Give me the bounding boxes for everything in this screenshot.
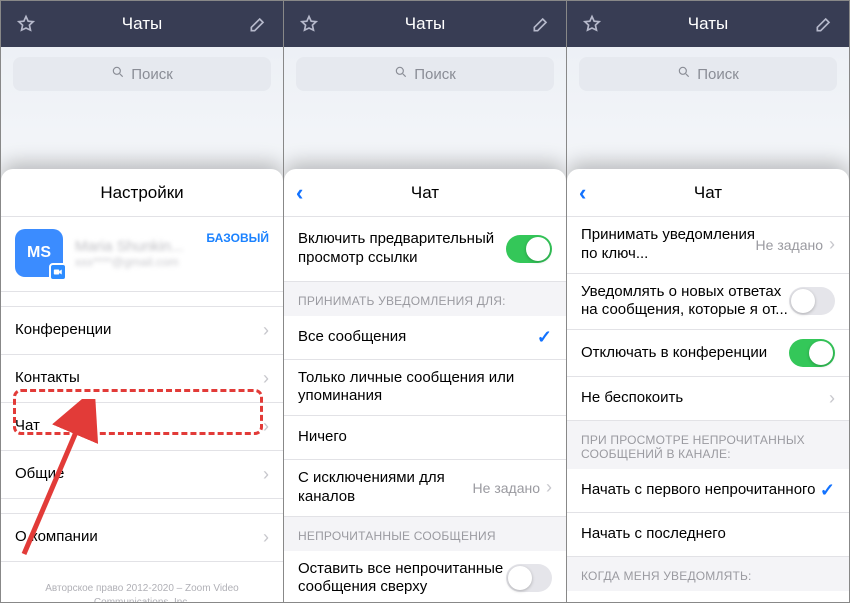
chevron-right-icon: › xyxy=(263,320,269,341)
star-icon[interactable] xyxy=(15,13,37,35)
search-icon xyxy=(677,65,691,83)
menu-conferences[interactable]: Конференции › xyxy=(1,306,283,355)
row-always-notify[interactable]: Всегда, даже при моей активности на рабо… xyxy=(567,591,849,602)
toggle-notify-replies[interactable] xyxy=(789,287,835,315)
check-icon: ✓ xyxy=(537,327,552,348)
compose-icon[interactable] xyxy=(813,13,835,35)
panel-chat-settings-2: Чаты Поиск ‹ Чат Принимать уведомления п… xyxy=(567,1,849,602)
search-placeholder: Поиск xyxy=(414,66,456,83)
camera-icon xyxy=(49,263,67,281)
compose-icon[interactable] xyxy=(530,13,552,35)
back-button[interactable]: ‹ xyxy=(579,180,586,206)
menu-chat[interactable]: Чат › xyxy=(1,403,283,451)
chevron-right-icon: › xyxy=(829,388,835,409)
chevron-right-icon: › xyxy=(829,234,835,255)
star-icon[interactable] xyxy=(298,13,320,35)
search-placeholder: Поиск xyxy=(131,66,173,83)
section-receive-notifications: ПРИНИМАТЬ УВЕДОМЛЕНИЯ ДЛЯ: xyxy=(284,282,566,316)
row-start-first-unread[interactable]: Начать с первого непрочитанного ✓ xyxy=(567,469,849,513)
toggle-mute-conference[interactable] xyxy=(789,339,835,367)
star-icon[interactable] xyxy=(581,13,603,35)
toggle-keep-unread[interactable] xyxy=(506,564,552,592)
chat-sheet: ‹ Чат Включить предварительный просмотр … xyxy=(284,169,566,602)
profile-row[interactable]: MS Maria Shunkin... xxx****@gmail.com БА… xyxy=(1,217,283,292)
row-only-private[interactable]: Только личные сообщения или упоминания xyxy=(284,360,566,417)
row-start-last[interactable]: Начать с последнего xyxy=(567,513,849,557)
search-icon xyxy=(394,65,408,83)
menu-contacts[interactable]: Контакты › xyxy=(1,355,283,403)
row-keyword-notifications[interactable]: Принимать уведомления по ключ... Не зада… xyxy=(567,217,849,274)
search-input[interactable]: Поиск xyxy=(296,57,554,91)
row-do-not-disturb[interactable]: Не беспокоить › xyxy=(567,377,849,421)
plan-badge: БАЗОВЫЙ xyxy=(206,231,269,245)
panel-chat-settings-1: Чаты Поиск ‹ Чат Включить предварительны… xyxy=(284,1,567,602)
topbar: Чаты xyxy=(567,1,849,47)
chat-sheet-2: ‹ Чат Принимать уведомления по ключ... Н… xyxy=(567,169,849,602)
row-nothing[interactable]: Ничего xyxy=(284,416,566,460)
check-icon: ✓ xyxy=(820,480,835,501)
chevron-right-icon: › xyxy=(546,477,552,498)
search-placeholder: Поиск xyxy=(697,66,739,83)
profile-email: xxx****@gmail.com xyxy=(75,255,206,269)
menu-about[interactable]: О компании › xyxy=(1,513,283,562)
chat-title: Чат xyxy=(694,183,722,203)
copyright: Авторское право 2012-2020 – Zoom Video C… xyxy=(1,562,283,602)
menu-general[interactable]: Общие › xyxy=(1,451,283,499)
settings-sheet: Настройки MS Maria Shunkin... xxx****@gm… xyxy=(1,169,283,602)
section-when-notify: КОГДА МЕНЯ УВЕДОМЛЯТЬ: xyxy=(567,557,849,591)
chevron-right-icon: › xyxy=(263,416,269,437)
topbar-title: Чаты xyxy=(603,14,813,34)
section-viewing-unread: ПРИ ПРОСМОТРЕ НЕПРОЧИТАННЫХ СООБЩЕНИЙ В … xyxy=(567,421,849,469)
row-keep-unread-top[interactable]: Оставить все непрочитанные сообщения све… xyxy=(284,551,566,603)
back-button[interactable]: ‹ xyxy=(296,180,303,206)
toggle-link-preview[interactable] xyxy=(506,235,552,263)
search-icon xyxy=(111,65,125,83)
chevron-right-icon: › xyxy=(263,368,269,389)
topbar-title: Чаты xyxy=(37,14,247,34)
topbar-title: Чаты xyxy=(320,14,530,34)
chevron-right-icon: › xyxy=(263,527,269,548)
row-link-preview[interactable]: Включить предварительный просмотр ссылки xyxy=(284,217,566,282)
topbar: Чаты xyxy=(1,1,283,47)
row-exceptions[interactable]: С исключениями для каналов Не задано › xyxy=(284,460,566,517)
settings-title: Настройки xyxy=(1,169,283,217)
profile-name: Maria Shunkin... xyxy=(75,238,206,255)
row-mute-in-conference[interactable]: Отключать в конференции xyxy=(567,330,849,377)
compose-icon[interactable] xyxy=(247,13,269,35)
row-notify-replies[interactable]: Уведомлять о новых ответах на сообщения,… xyxy=(567,274,849,331)
search-input[interactable]: Поиск xyxy=(13,57,271,91)
panel-settings: Чаты Поиск Настройки MS Maria S xyxy=(1,1,284,602)
chevron-right-icon: › xyxy=(263,464,269,485)
section-unread-messages: НЕПРОЧИТАННЫЕ СООБЩЕНИЯ xyxy=(284,517,566,551)
chat-title: Чат xyxy=(411,183,439,203)
row-all-messages[interactable]: Все сообщения ✓ xyxy=(284,316,566,360)
topbar: Чаты xyxy=(284,1,566,47)
search-input[interactable]: Поиск xyxy=(579,57,837,91)
avatar: MS xyxy=(15,229,63,277)
